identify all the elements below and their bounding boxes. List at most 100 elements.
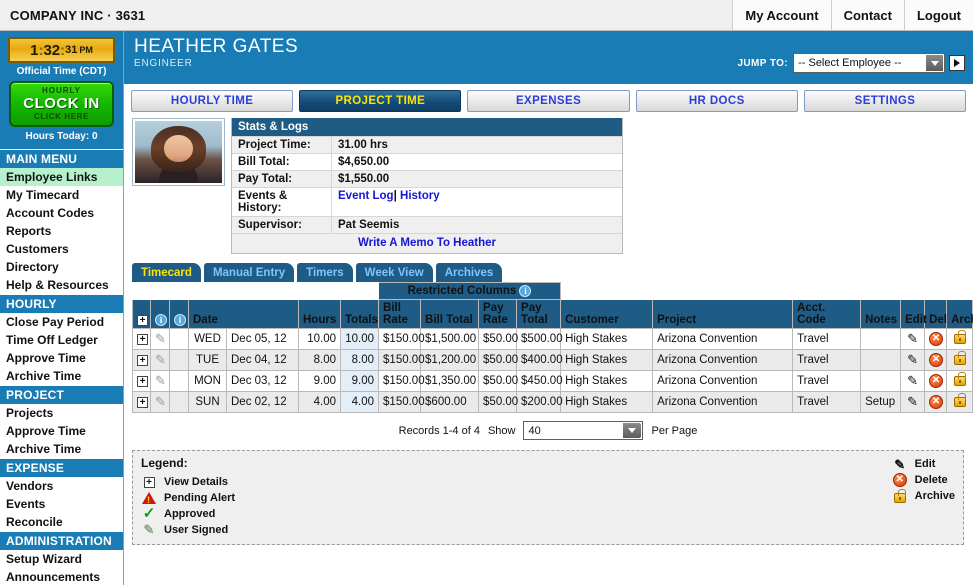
sidebar-item-close-pay-period[interactable]: Close Pay Period xyxy=(0,313,123,331)
row-bill-total: $600.00 xyxy=(420,391,480,413)
plus-icon[interactable]: + xyxy=(137,315,148,326)
pencil-icon[interactable]: ✎ xyxy=(155,352,166,367)
sidebar-item-help-resources[interactable]: Help & Resources xyxy=(0,276,123,294)
subtab-week-view[interactable]: Week View xyxy=(355,263,433,282)
col-date[interactable]: Date xyxy=(188,299,299,329)
plus-icon[interactable]: + xyxy=(137,376,148,387)
delete-icon[interactable]: ✕ xyxy=(929,374,944,388)
lock-icon[interactable] xyxy=(953,351,966,365)
sidebar-item-hourly-approve-time[interactable]: Approve Time xyxy=(0,349,123,367)
row-delete-cell[interactable]: ✕ xyxy=(924,370,948,392)
info-icon[interactable]: i xyxy=(174,314,186,326)
row-archive-cell[interactable] xyxy=(946,349,973,371)
info-icon[interactable]: i xyxy=(519,285,532,297)
tab-hr-docs[interactable]: HR DOCS xyxy=(635,90,798,112)
pencil-icon[interactable]: ✎ xyxy=(155,331,166,346)
pencil-icon[interactable]: ✎ xyxy=(155,373,166,388)
sidebar-item-reconcile[interactable]: Reconcile xyxy=(0,513,123,531)
sidebar-item-customers[interactable]: Customers xyxy=(0,240,123,258)
row-status-cell xyxy=(169,349,189,371)
info-icon[interactable]: i xyxy=(155,314,167,326)
delete-icon[interactable]: ✕ xyxy=(929,353,944,367)
row-delete-cell[interactable]: ✕ xyxy=(924,328,948,350)
row-dow: TUE xyxy=(188,349,227,371)
delete-icon[interactable]: ✕ xyxy=(929,395,944,409)
row-expand-cell[interactable]: + xyxy=(132,391,151,413)
col-totals[interactable]: Totals xyxy=(339,299,380,329)
col-hours[interactable]: Hours xyxy=(298,299,341,329)
col-pay-rate[interactable]: Pay Rate xyxy=(478,299,518,329)
row-delete-cell[interactable]: ✕ xyxy=(924,349,948,371)
col-customer[interactable]: Customer xyxy=(560,299,654,329)
plus-icon[interactable]: + xyxy=(137,334,148,345)
sidebar-item-time-off-ledger[interactable]: Time Off Ledger xyxy=(0,331,123,349)
event-log-link[interactable]: Event Log xyxy=(338,190,394,202)
col-project[interactable]: Project xyxy=(652,299,794,329)
history-link[interactable]: History xyxy=(400,190,440,202)
col-pay-total[interactable]: Pay Total xyxy=(516,299,562,329)
nav-my-account[interactable]: My Account xyxy=(732,0,831,30)
tab-hourly-time[interactable]: HOURLY TIME xyxy=(131,90,294,112)
lock-icon[interactable] xyxy=(953,330,966,344)
row-edit-cell[interactable]: ✎ xyxy=(900,370,926,392)
per-page-select[interactable]: 40 xyxy=(523,421,644,440)
row-expand-cell[interactable]: + xyxy=(132,349,151,371)
row-archive-cell[interactable] xyxy=(946,328,973,350)
row-signed-cell[interactable]: ✎ xyxy=(150,349,170,371)
lock-icon[interactable] xyxy=(953,372,966,386)
sidebar-item-setup-wizard[interactable]: Setup Wizard xyxy=(0,550,123,568)
row-signed-cell[interactable]: ✎ xyxy=(150,328,170,350)
row-edit-cell[interactable]: ✎ xyxy=(900,349,926,371)
subtab-manual-entry[interactable]: Manual Entry xyxy=(203,263,295,282)
row-archive-cell[interactable] xyxy=(946,370,973,392)
sidebar-item-project-archive-time[interactable]: Archive Time xyxy=(0,440,123,458)
row-edit-cell[interactable]: ✎ xyxy=(900,391,926,413)
clock-in-button[interactable]: HOURLY CLOCK IN CLICK HERE xyxy=(9,81,114,127)
sidebar-item-my-timecard[interactable]: My Timecard xyxy=(0,186,123,204)
tab-settings[interactable]: SETTINGS xyxy=(803,90,967,112)
row-edit-cell[interactable]: ✎ xyxy=(900,328,926,350)
tab-project-time[interactable]: PROJECT TIME xyxy=(299,90,462,112)
col-notes[interactable]: Notes xyxy=(860,299,902,329)
sidebar-item-employee-links[interactable]: Employee Links xyxy=(0,168,123,186)
plus-icon[interactable]: + xyxy=(137,355,148,366)
pencil-icon[interactable]: ✎ xyxy=(907,394,918,409)
nav-contact[interactable]: Contact xyxy=(830,0,904,30)
sidebar-item-directory[interactable]: Directory xyxy=(0,258,123,276)
sidebar-item-events[interactable]: Events xyxy=(0,495,123,513)
tab-expenses[interactable]: EXPENSES xyxy=(467,90,630,112)
write-memo-link[interactable]: Write A Memo To Heather xyxy=(358,237,496,249)
sidebar-item-account-codes[interactable]: Account Codes xyxy=(0,204,123,222)
subtab-timers[interactable]: Timers xyxy=(297,263,353,282)
sidebar-item-reports[interactable]: Reports xyxy=(0,222,123,240)
pencil-icon[interactable]: ✎ xyxy=(907,352,918,367)
delete-icon[interactable]: ✕ xyxy=(929,332,944,346)
jump-to-go-button[interactable] xyxy=(949,55,966,71)
row-signed-cell[interactable]: ✎ xyxy=(150,370,170,392)
sidebar-item-announcements[interactable]: Announcements xyxy=(0,568,123,585)
col-expand-all[interactable]: + xyxy=(132,299,151,329)
subtab-archives[interactable]: Archives xyxy=(435,263,503,282)
pencil-icon[interactable]: ✎ xyxy=(907,373,918,388)
sidebar-item-hourly-archive-time[interactable]: Archive Time xyxy=(0,367,123,385)
employee-select[interactable]: -- Select Employee -- xyxy=(793,53,946,73)
sidebar-item-vendors[interactable]: Vendors xyxy=(0,477,123,495)
row-delete-cell[interactable]: ✕ xyxy=(924,391,948,413)
row-signed-cell[interactable]: ✎ xyxy=(150,391,170,413)
col-bill-total[interactable]: Bill Total xyxy=(420,299,480,329)
nav-logout[interactable]: Logout xyxy=(903,0,973,30)
row-archive-cell[interactable] xyxy=(946,391,973,413)
col-bill-rate[interactable]: Bill Rate xyxy=(378,299,422,329)
lock-icon[interactable] xyxy=(953,393,966,407)
pencil-icon[interactable]: ✎ xyxy=(155,394,166,409)
sidebar-item-projects[interactable]: Projects xyxy=(0,404,123,422)
row-expand-cell[interactable]: + xyxy=(132,328,151,350)
col-acct-code[interactable]: Acct. Code xyxy=(792,299,862,329)
pencil-icon[interactable]: ✎ xyxy=(907,331,918,346)
sidebar-item-project-approve-time[interactable]: Approve Time xyxy=(0,422,123,440)
row-expand-cell[interactable]: + xyxy=(132,370,151,392)
plus-icon[interactable]: + xyxy=(137,397,148,408)
col-info-1[interactable]: i xyxy=(150,299,170,329)
subtab-timecard[interactable]: Timecard xyxy=(132,263,201,282)
col-info-2[interactable]: i xyxy=(169,299,189,329)
